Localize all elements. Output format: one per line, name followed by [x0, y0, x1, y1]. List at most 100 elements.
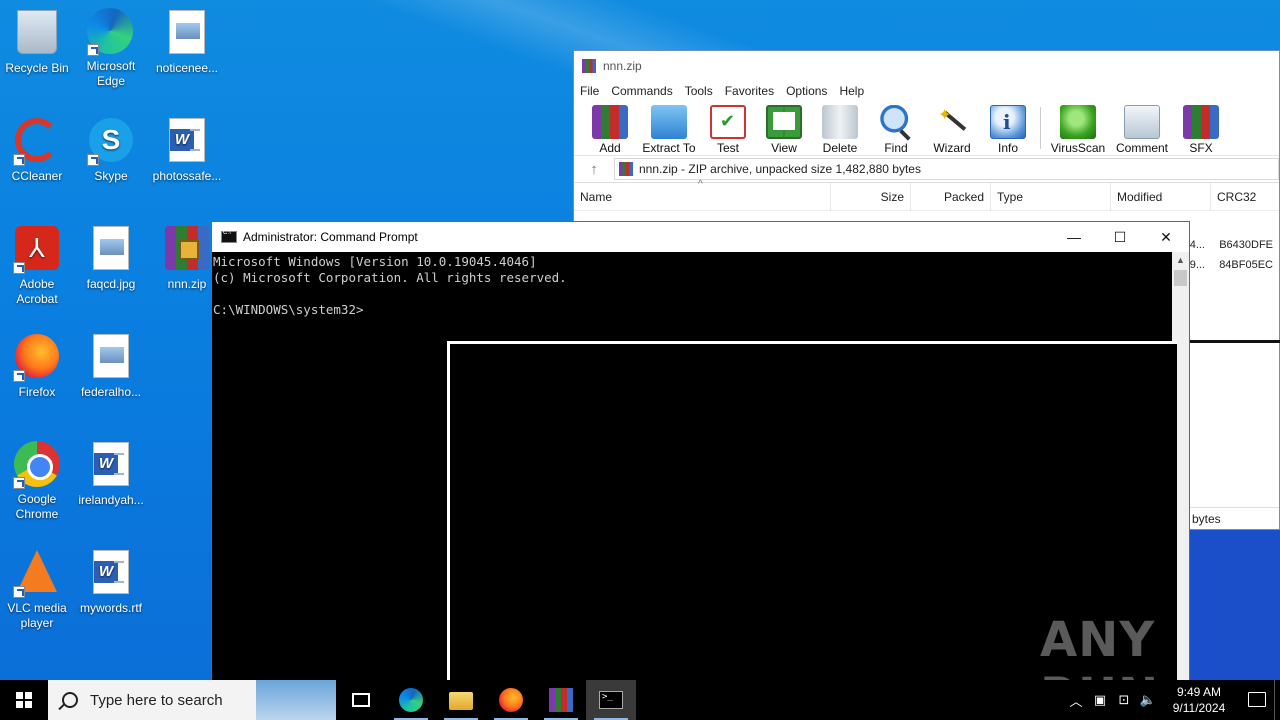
test-checklist-icon	[710, 105, 746, 139]
column-type[interactable]: Type	[991, 182, 1111, 211]
add-label: Add	[599, 141, 621, 155]
taskbar-command-prompt[interactable]	[586, 680, 636, 720]
archive-path-text: nnn.zip - ZIP archive, unpacked size 1,4…	[639, 162, 921, 176]
extract-to-button[interactable]: Extract To	[638, 101, 700, 155]
column-packed[interactable]: Packed	[911, 182, 991, 211]
shortcut-arrow-icon	[87, 44, 99, 56]
shortcut-arrow-icon	[13, 154, 25, 166]
winrar-archive-icon	[165, 226, 209, 270]
desktop-icon-noticenee[interactable]: noticenee...	[150, 8, 224, 76]
virusscan-label: VirusScan	[1050, 141, 1106, 155]
add-icon	[592, 105, 628, 139]
task-view-button[interactable]	[336, 680, 386, 720]
desktop-icon-irelandyah[interactable]: W irelandyah...	[74, 440, 148, 508]
comment-button[interactable]: Comment	[1111, 101, 1173, 155]
window-edge-strip	[1190, 340, 1280, 343]
desktop-icon-faqcd[interactable]: faqcd.jpg	[74, 224, 148, 292]
up-arrow-icon[interactable]: ↑	[574, 161, 614, 178]
archive-path-field[interactable]: nnn.zip - ZIP archive, unpacked size 1,4…	[614, 158, 1279, 180]
zip-archive-icon	[619, 162, 633, 176]
find-button[interactable]: Find	[868, 101, 924, 155]
desktop-icon-mywords[interactable]: W mywords.rtf	[74, 548, 148, 616]
sfx-label: SFX	[1189, 141, 1213, 155]
menu-commands[interactable]: Commands	[611, 84, 680, 98]
shortcut-arrow-icon	[13, 477, 25, 489]
row1-crc32: B6430DFE	[1219, 239, 1273, 251]
taskbar-file-explorer[interactable]	[436, 680, 486, 720]
taskbar-winrar[interactable]	[536, 680, 586, 720]
winrar-app-icon	[582, 59, 596, 73]
desktop-icon-acrobat[interactable]: ⅄ Adobe Acrobat	[0, 224, 74, 307]
desktop-icon-photossafe[interactable]: W photossafe...	[150, 116, 224, 184]
sfx-button[interactable]: SFX	[1173, 101, 1229, 155]
task-view-icon	[352, 693, 370, 707]
menu-options[interactable]: Options	[786, 84, 835, 98]
taskbar-firefox[interactable]	[486, 680, 536, 720]
toolbar-divider	[1040, 107, 1041, 149]
test-button[interactable]: Test	[700, 101, 756, 155]
taskbar-search-box[interactable]: Type here to search	[48, 680, 336, 720]
notification-icon[interactable]	[1238, 680, 1274, 720]
column-crc32[interactable]: CRC32	[1211, 183, 1279, 211]
row1-modified-partial: 4...	[1189, 239, 1205, 251]
add-button[interactable]: Add	[582, 101, 638, 155]
winrar-titlebar[interactable]: nnn.zip	[574, 51, 1279, 81]
chevron-up-icon[interactable]: ︿	[1064, 691, 1088, 710]
desktop-icon-recycle-bin[interactable]: Recycle Bin	[0, 8, 74, 76]
word-doc-icon: W	[93, 550, 129, 594]
scroll-thumb[interactable]	[1174, 270, 1187, 286]
desktop-icon-federalho[interactable]: federalho...	[74, 332, 148, 400]
scroll-up-icon[interactable]: ▲	[1172, 252, 1189, 269]
taskbar-clock[interactable]: 9:49 AM 9/11/2024	[1160, 684, 1238, 716]
menu-favorites[interactable]: Favorites	[725, 84, 782, 98]
desktop-icon-ccleaner[interactable]: CCleaner	[0, 116, 74, 184]
column-modified[interactable]: Modified	[1111, 182, 1211, 211]
console-line: (c) Microsoft Corporation. All rights re…	[213, 270, 567, 285]
shortcut-arrow-icon	[13, 370, 25, 382]
info-button[interactable]: Info	[980, 101, 1036, 155]
desktop-icon-label: irelandyah...	[78, 493, 144, 507]
desktop-icon-skype[interactable]: S Skype	[74, 116, 148, 184]
desktop-icon-label: Microsoft Edge	[86, 59, 136, 88]
extract-folder-icon	[651, 105, 687, 139]
menu-file[interactable]: File	[580, 84, 607, 98]
close-icon[interactable]: ✕	[1143, 222, 1189, 252]
virusscan-button[interactable]: VirusScan	[1045, 101, 1111, 155]
menu-tools[interactable]: Tools	[685, 84, 721, 98]
meet-now-icon[interactable]: ▣	[1088, 692, 1112, 708]
file-list-header: ^ Name Size Packed Type Modified CRC32	[574, 179, 1279, 211]
desktop-icon-firefox[interactable]: Firefox	[0, 332, 74, 400]
delete-button[interactable]: Delete	[812, 101, 868, 155]
menu-help[interactable]: Help	[839, 84, 872, 98]
wizard-button[interactable]: Wizard	[924, 101, 980, 155]
console-line: Microsoft Windows [Version 10.0.19045.40…	[213, 254, 537, 269]
test-label: Test	[716, 141, 739, 155]
wizard-wand-icon	[934, 105, 970, 139]
search-placeholder: Type here to search	[90, 691, 223, 709]
comment-label: Comment	[1115, 141, 1168, 155]
maximize-icon[interactable]: ☐	[1097, 222, 1143, 252]
find-magnifier-icon	[878, 105, 914, 139]
virus-bug-icon	[1060, 105, 1096, 139]
find-label: Find	[884, 141, 908, 155]
row2-crc32: 84BF05EC	[1219, 259, 1273, 271]
minimize-icon[interactable]: —	[1051, 222, 1097, 252]
desktop-icon-edge[interactable]: Microsoft Edge	[74, 8, 148, 89]
image-file-icon	[93, 334, 129, 378]
system-tray: ︿ ▣ ⊡ 🔈 9:49 AM 9/11/2024	[1064, 680, 1280, 720]
cmd-titlebar[interactable]: Administrator: Command Prompt — ☐ ✕	[212, 222, 1189, 252]
desktop-icon-label: Firefox	[18, 385, 56, 399]
start-button[interactable]	[0, 680, 48, 720]
view-button[interactable]: View	[756, 101, 812, 155]
network-icon[interactable]: ⊡	[1112, 692, 1136, 708]
view-book-icon	[766, 105, 802, 139]
desktop-icon-vlc[interactable]: VLC media player	[0, 548, 74, 631]
column-size[interactable]: Size	[831, 182, 911, 211]
show-desktop-button[interactable]	[1274, 680, 1280, 720]
delete-label: Delete	[822, 141, 858, 155]
winrar-menubar: File Commands Tools Favorites Options He…	[574, 81, 1279, 101]
desktop-icon-chrome[interactable]: Google Chrome	[0, 440, 74, 522]
taskbar-edge[interactable]	[386, 680, 436, 720]
word-doc-icon: W	[169, 118, 205, 162]
volume-icon[interactable]: 🔈	[1136, 692, 1160, 708]
